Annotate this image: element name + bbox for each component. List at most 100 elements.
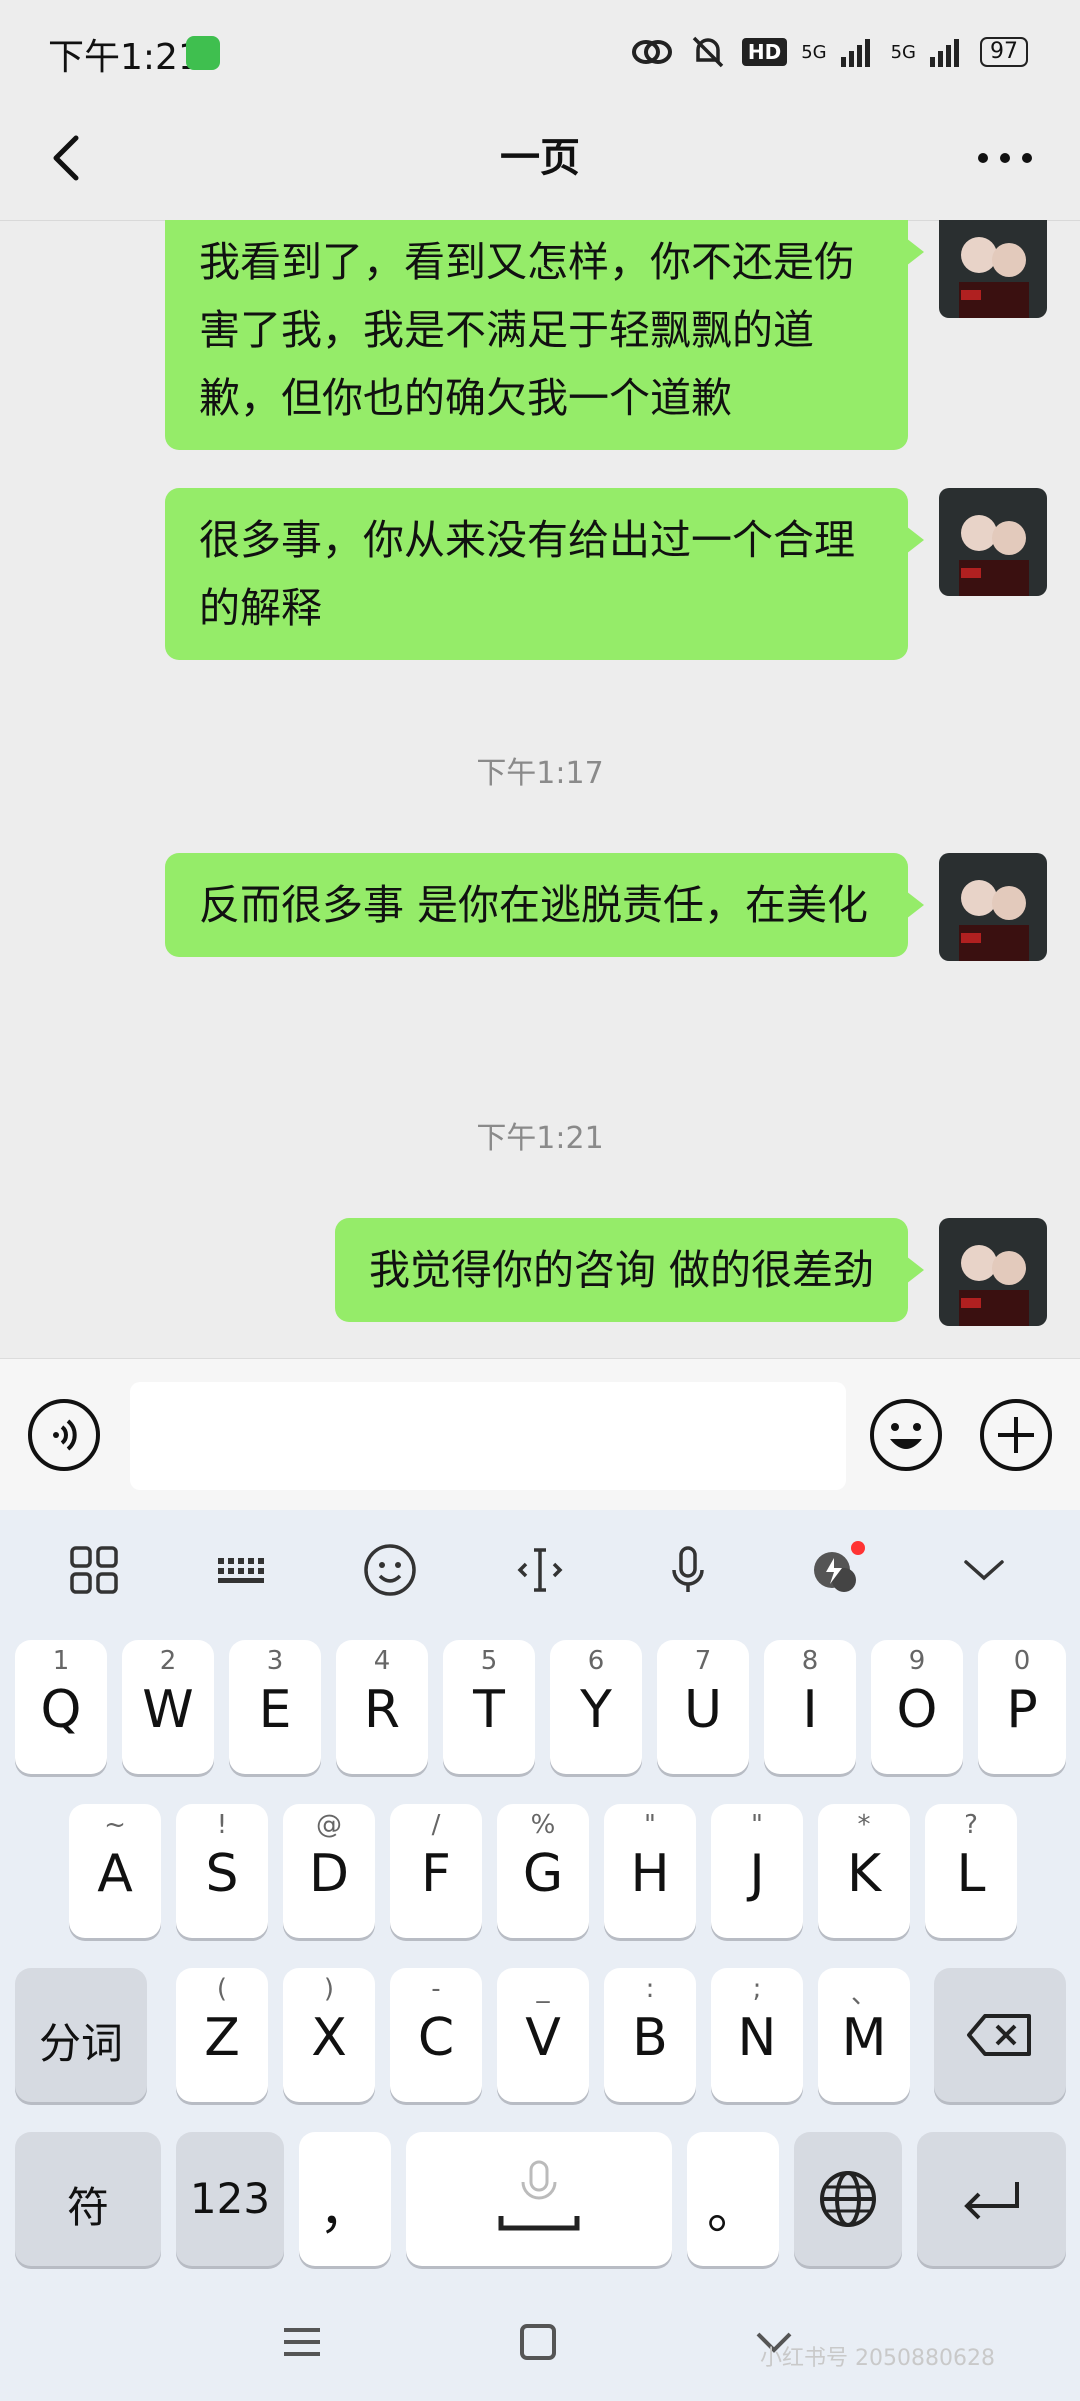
key-hint: ~	[104, 1810, 126, 1840]
key-period[interactable]: 。	[687, 2132, 779, 2266]
key-enter[interactable]	[917, 2132, 1066, 2266]
back-arrow-icon[interactable]	[40, 128, 100, 188]
key-hint: "	[751, 1810, 763, 1840]
key-label: J	[749, 1844, 765, 1904]
key-k[interactable]: * K	[818, 1804, 910, 1938]
key-label: E	[258, 1680, 292, 1740]
key-hint: )	[323, 1974, 335, 2004]
key-q[interactable]: 1Q	[15, 1640, 107, 1774]
voice-input-icon[interactable]	[26, 1397, 102, 1473]
key-u[interactable]: 7U	[657, 1640, 749, 1774]
key-hint: ?	[964, 1810, 978, 1840]
key-t[interactable]: 5T	[443, 1640, 535, 1774]
network-5g-label: 5G	[801, 41, 827, 63]
key-label: L	[956, 1844, 986, 1904]
space-mic-icon	[498, 2160, 580, 2231]
key-s[interactable]: ! S	[176, 1804, 268, 1938]
message-input[interactable]	[130, 1382, 846, 1490]
key-comma[interactable]: ，	[299, 2132, 391, 2266]
key-hint: :	[645, 1974, 655, 2004]
notification-app-icon	[186, 36, 220, 70]
key-backspace[interactable]	[934, 1968, 1066, 2102]
key-h[interactable]: " H	[604, 1804, 696, 1938]
key-language[interactable]	[794, 2132, 902, 2266]
key-z[interactable]: (Z	[176, 1968, 268, 2102]
apps-grid-icon[interactable]	[64, 1540, 124, 1600]
key-i[interactable]: 8I	[764, 1640, 856, 1774]
text-cursor-icon[interactable]	[510, 1540, 570, 1600]
key-hint: 7	[694, 1646, 712, 1676]
key-d[interactable]: @ D	[283, 1804, 375, 1938]
key-hint: 2	[159, 1646, 177, 1676]
key-o[interactable]: 9O	[871, 1640, 963, 1774]
key-label: I	[802, 1680, 818, 1740]
key-space[interactable]	[406, 2132, 672, 2266]
message-bubble[interactable]: 我看到了，看到又怎样，你不还是伤害了我，我是不满足于轻飘飘的道歉，但你也的确欠我…	[165, 220, 924, 450]
key-label: M	[841, 2008, 887, 2068]
avatar[interactable]	[939, 853, 1047, 961]
enter-icon	[963, 2182, 1019, 2220]
key-numbers[interactable]: 123	[176, 2132, 284, 2266]
timestamp: 下午1:17	[476, 756, 604, 791]
key-g[interactable]: % G	[497, 1804, 589, 1938]
key-e[interactable]: 3E	[229, 1640, 321, 1774]
emoji-icon[interactable]	[868, 1397, 944, 1473]
key-label: H	[630, 1844, 670, 1904]
key-label: P	[1006, 1680, 1038, 1740]
message-bubble[interactable]: 反而很多事 是你在逃脱责任，在美化	[165, 853, 924, 957]
key-hint: "	[644, 1810, 656, 1840]
home-icon[interactable]	[516, 2320, 560, 2364]
key-label: A	[97, 1844, 133, 1904]
key-hint: 5	[480, 1646, 498, 1676]
more-options-icon[interactable]	[970, 138, 1040, 178]
key-label: 123	[189, 2174, 271, 2223]
avatar[interactable]	[939, 220, 1047, 318]
key-label: T	[473, 1680, 505, 1740]
message-list: 我看到了，看到又怎样，你不还是伤害了我，我是不满足于轻飘飘的道歉，但你也的确欠我…	[0, 220, 1080, 1357]
avatar[interactable]	[939, 488, 1047, 596]
key-hint: _	[536, 1974, 550, 2004]
key-label: 分词	[38, 2019, 123, 2068]
signal-icon-2	[930, 39, 959, 67]
key-j[interactable]: " J	[711, 1804, 803, 1938]
key-hint: ;	[752, 1974, 762, 2004]
key-m[interactable]: 、 M	[818, 1968, 910, 2102]
key-b[interactable]: :B	[604, 1968, 696, 2102]
key-n[interactable]: ; N	[711, 1968, 803, 2102]
key-l[interactable]: ? L	[925, 1804, 1017, 1938]
key-label: D	[308, 1844, 350, 1904]
microphone-icon[interactable]	[658, 1540, 718, 1600]
battery-indicator: 97	[980, 37, 1028, 67]
status-time: 下午1:21	[48, 37, 201, 78]
key-label: R	[363, 1680, 401, 1740]
collapse-keyboard-icon[interactable]	[954, 1540, 1014, 1600]
key-label: ，	[318, 2181, 371, 2241]
hd-badge: HD	[741, 38, 788, 66]
key-hint: (	[216, 1974, 228, 2004]
key-v[interactable]: _ V	[497, 1968, 589, 2102]
key-w[interactable]: 2W	[122, 1640, 214, 1774]
key-a[interactable]: ~ A	[69, 1804, 161, 1938]
plus-icon[interactable]	[978, 1397, 1054, 1473]
assistant-icon[interactable]	[806, 1540, 866, 1600]
emoji-keyboard-icon[interactable]	[360, 1540, 420, 1600]
status-bar: 下午1:21 HD 5G 5G 97	[0, 0, 1080, 100]
keyboard-layout-icon[interactable]	[212, 1540, 272, 1600]
mute-bell-icon	[692, 36, 724, 68]
watermark: 小红书号 2050880628	[760, 2346, 995, 2371]
message-bubble[interactable]: 我觉得你的咨询 做的很差劲	[334, 1218, 925, 1322]
network-5g-label-2: 5G	[890, 41, 916, 63]
link-icon	[631, 40, 672, 64]
key-y[interactable]: 6Y	[550, 1640, 642, 1774]
key-x[interactable]: ) X	[283, 1968, 375, 2102]
key-r[interactable]: 4R	[336, 1640, 428, 1774]
key-word-segment[interactable]: 分词	[15, 1968, 147, 2102]
key-c[interactable]: -C	[390, 1968, 482, 2102]
backspace-icon	[967, 2014, 1031, 2056]
key-f[interactable]: / F	[390, 1804, 482, 1938]
message-bubble[interactable]: 很多事，你从来没有给出过一个合理的解释	[165, 488, 924, 660]
key-symbols[interactable]: 符	[15, 2132, 161, 2266]
key-p[interactable]: 0P	[978, 1640, 1066, 1774]
menu-icon[interactable]	[280, 2320, 324, 2364]
avatar[interactable]	[939, 1218, 1047, 1326]
